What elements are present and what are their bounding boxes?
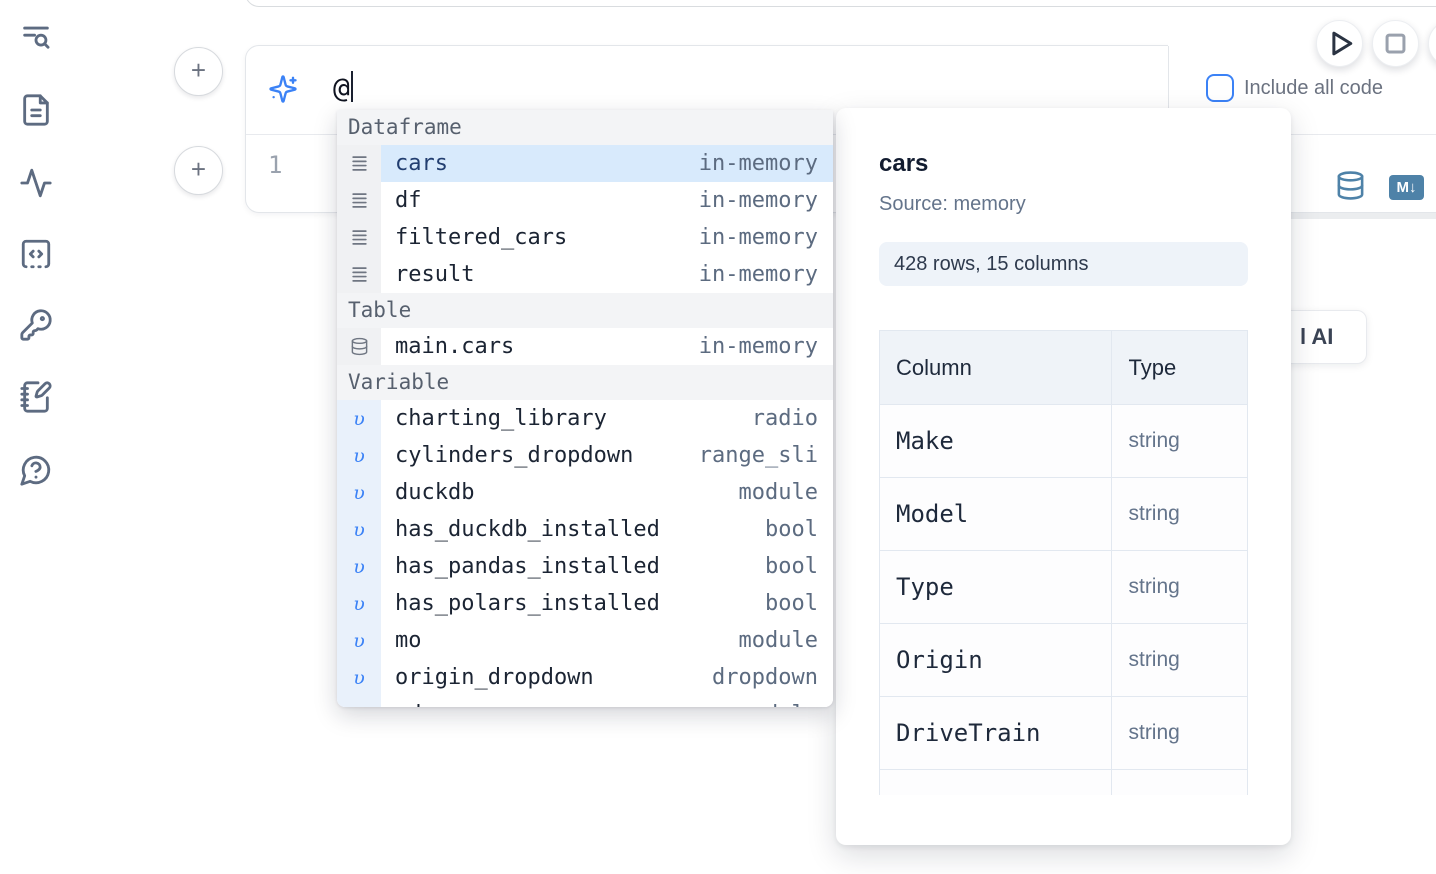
autocomplete-item-duckdb[interactable]: υ duckdbmodule [337,474,833,511]
schema-table-wrap: Column Type Make string Model string Typ… [879,330,1248,795]
checkbox-zone-divider [1168,46,1169,108]
autocomplete-item-has-polars-installed[interactable]: υ has_polars_installedbool [337,585,833,622]
stop-cell-button[interactable] [1372,20,1419,67]
autocomplete-item-cars[interactable]: carsin-memory [337,145,833,182]
line-number: 1 [268,151,282,179]
run-cell-button[interactable] [1316,20,1363,67]
autocomplete-item-cylinders-dropdown[interactable]: υ cylinders_dropdownrange_sli [337,437,833,474]
table-row-clipped [880,770,1248,796]
help-chat-icon[interactable] [19,453,53,487]
variable-icon: υ [337,474,381,511]
autocomplete-item-filtered-cars[interactable]: filtered_carsin-memory [337,219,833,256]
variable-icon: υ [337,437,381,474]
table-row: DriveTrain string [880,697,1248,770]
autocomplete-item-origin-dropdown[interactable]: υ origin_dropdowndropdown [337,659,833,696]
schema-header-row: Column Type [880,331,1248,405]
sidebar [0,0,72,874]
autocomplete-item-result[interactable]: resultin-memory [337,256,833,293]
notebook-pen-icon[interactable] [19,380,53,414]
schema-table: Column Type Make string Model string Typ… [879,330,1248,795]
autocomplete-item-has-duckdb-installed[interactable]: υ has_duckdb_installedbool [337,511,833,548]
variable-icon: υ [337,696,381,707]
table-row: Origin string [880,624,1248,697]
cell-bottom-edge [1290,213,1436,219]
variable-icon: υ [337,585,381,622]
autocomplete-item-has-pandas-installed[interactable]: υ has_pandas_installedbool [337,548,833,585]
type-header: Type [1112,331,1248,405]
preview-title: cars [879,150,1248,178]
variable-icon: υ [337,400,381,437]
include-all-code-checkbox[interactable] [1206,74,1234,102]
autocomplete-dropdown: Dataframe carsin-memory dfin-memory filt… [337,110,833,707]
ai-prompt-input[interactable]: @ [333,71,353,104]
text-search-icon[interactable] [19,21,53,55]
table-row: Model string [880,478,1248,551]
rows-icon [337,145,381,182]
dataframe-preview-panel: cars Source: memory 428 rows, 15 columns… [836,108,1291,845]
sparkles-icon [268,74,298,104]
rows-icon [337,256,381,293]
file-document-icon[interactable] [19,93,53,127]
key-icon[interactable] [19,308,53,342]
variable-icon: υ [337,622,381,659]
autocomplete-item-df[interactable]: dfin-memory [337,182,833,219]
variable-icon: υ [337,511,381,548]
variable-icon: υ [337,548,381,585]
add-cell-above-button[interactable]: + [174,47,223,96]
database-icon[interactable] [1335,169,1366,202]
previous-cell-edge [245,0,1436,7]
variable-icon: υ [337,659,381,696]
section-header-table: Table [337,293,833,328]
rows-icon [337,182,381,219]
ai-prompt-value: @ [333,71,350,104]
column-header: Column [880,331,1112,405]
code-snippet-icon[interactable] [19,237,53,271]
include-all-code-label: Include all code [1244,77,1383,100]
preview-source: Source: memory [879,193,1248,216]
section-header-variable: Variable [337,365,833,400]
database-icon [337,328,381,365]
add-cell-below-button[interactable]: + [174,146,223,195]
autocomplete-item-mo[interactable]: υ momodule [337,622,833,659]
autocomplete-item-charting-library[interactable]: υ charting_libraryradio [337,400,833,437]
autocomplete-item-main-cars[interactable]: main.carsin-memory [337,328,833,365]
markdown-icon[interactable]: M↓ [1389,175,1424,200]
text-caret [351,71,354,102]
table-row: Type string [880,551,1248,624]
table-row: Make string [880,405,1248,478]
autocomplete-item-pd-clipped[interactable]: υ pdmodule [337,696,833,707]
activity-pulse-icon[interactable] [19,166,53,200]
shape-badge: 428 rows, 15 columns [879,242,1248,286]
rows-icon [337,219,381,256]
section-header-dataframe: Dataframe [337,110,833,145]
